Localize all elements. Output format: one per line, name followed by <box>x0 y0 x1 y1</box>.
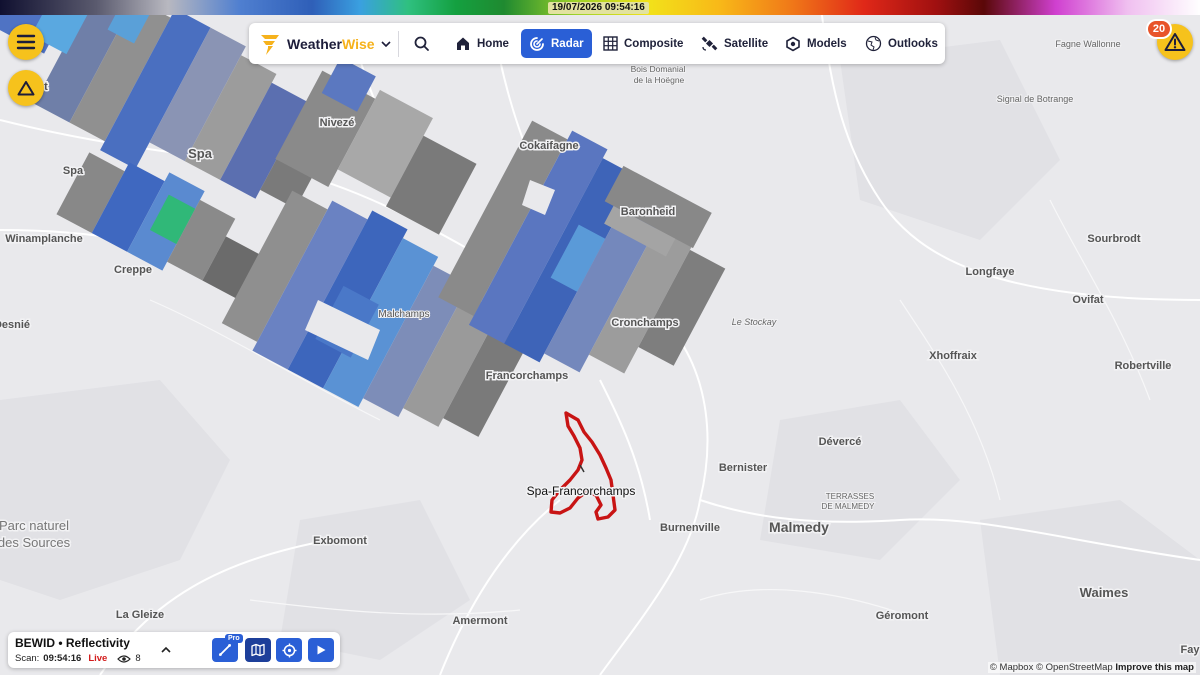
models-icon <box>786 36 800 51</box>
menu-button[interactable] <box>8 24 44 60</box>
nav-models-label: Models <box>807 37 847 50</box>
alert-triangle-icon <box>1164 33 1186 51</box>
eye-icon <box>117 654 132 663</box>
nav-home-label: Home <box>477 37 509 50</box>
nav-outlooks-label: Outlooks <box>888 37 938 50</box>
viewer-count: 8 <box>135 653 141 664</box>
nav-radar[interactable]: Radar <box>521 29 592 58</box>
crosshair-icon <box>282 643 296 657</box>
nav-composite[interactable]: Composite <box>595 29 691 58</box>
alerts-count-badge: 20 <box>1148 21 1170 37</box>
scan-info: Scan: 09:54:16 Live 8 <box>15 653 141 664</box>
radar-info-panel: BEWID • Reflectivity Scan: 09:54:16 Live… <box>8 632 340 668</box>
map-layers-button[interactable] <box>245 638 271 662</box>
map-icon <box>251 643 265 657</box>
warnings-layer-button[interactable] <box>8 70 44 106</box>
attribution-mapbox[interactable]: © Mapbox <box>990 662 1033 673</box>
brand-name: WeatherWise <box>287 36 375 52</box>
locate-button[interactable] <box>276 638 302 662</box>
nav-radar-label: Radar <box>551 37 584 50</box>
live-indicator: Live <box>88 653 108 664</box>
radar-icon <box>530 36 544 51</box>
search-button[interactable] <box>411 33 433 55</box>
play-button[interactable] <box>308 638 334 662</box>
nav-home[interactable]: Home <box>447 29 517 58</box>
hamburger-icon <box>16 34 36 50</box>
map-canvas[interactable] <box>0 0 1200 675</box>
grid-icon <box>603 36 618 51</box>
navbar-divider <box>398 31 399 57</box>
satellite-icon <box>701 36 718 51</box>
attribution-osm[interactable]: © OpenStreetMap <box>1036 662 1113 673</box>
scan-time: 09:54:16 <box>43 653 82 664</box>
scan-timestamp: 19/07/2026 09:54:16 <box>548 2 649 14</box>
main-navbar: WeatherWise Home Radar Composite Satelli… <box>249 23 945 64</box>
play-icon <box>317 645 326 655</box>
nav-outlooks[interactable]: Outlooks <box>857 29 946 58</box>
scan-label: Scan: <box>15 653 40 664</box>
home-icon <box>457 37 469 50</box>
warning-triangle-icon <box>17 81 35 96</box>
nav-satellite-label: Satellite <box>724 37 769 50</box>
nav-composite-label: Composite <box>624 37 684 50</box>
nav-satellite[interactable]: Satellite <box>693 29 776 58</box>
map-attribution: © Mapbox © OpenStreetMap Improve this ma… <box>987 662 1196 673</box>
globe-icon <box>865 35 882 52</box>
expand-panel-button[interactable] <box>158 642 174 658</box>
ruler-line-icon <box>219 644 231 656</box>
chevron-up-icon <box>161 646 171 653</box>
search-icon <box>414 36 429 51</box>
brand-logo[interactable]: WeatherWise <box>259 32 391 56</box>
nav-models[interactable]: Models <box>777 29 855 58</box>
improve-map-link[interactable]: Improve this map <box>1115 662 1194 673</box>
weatherwise-logo-icon <box>261 35 279 55</box>
panel-title: BEWID • Reflectivity <box>15 636 130 650</box>
chevron-down-icon <box>380 41 391 47</box>
pro-badge: Pro <box>225 634 243 643</box>
